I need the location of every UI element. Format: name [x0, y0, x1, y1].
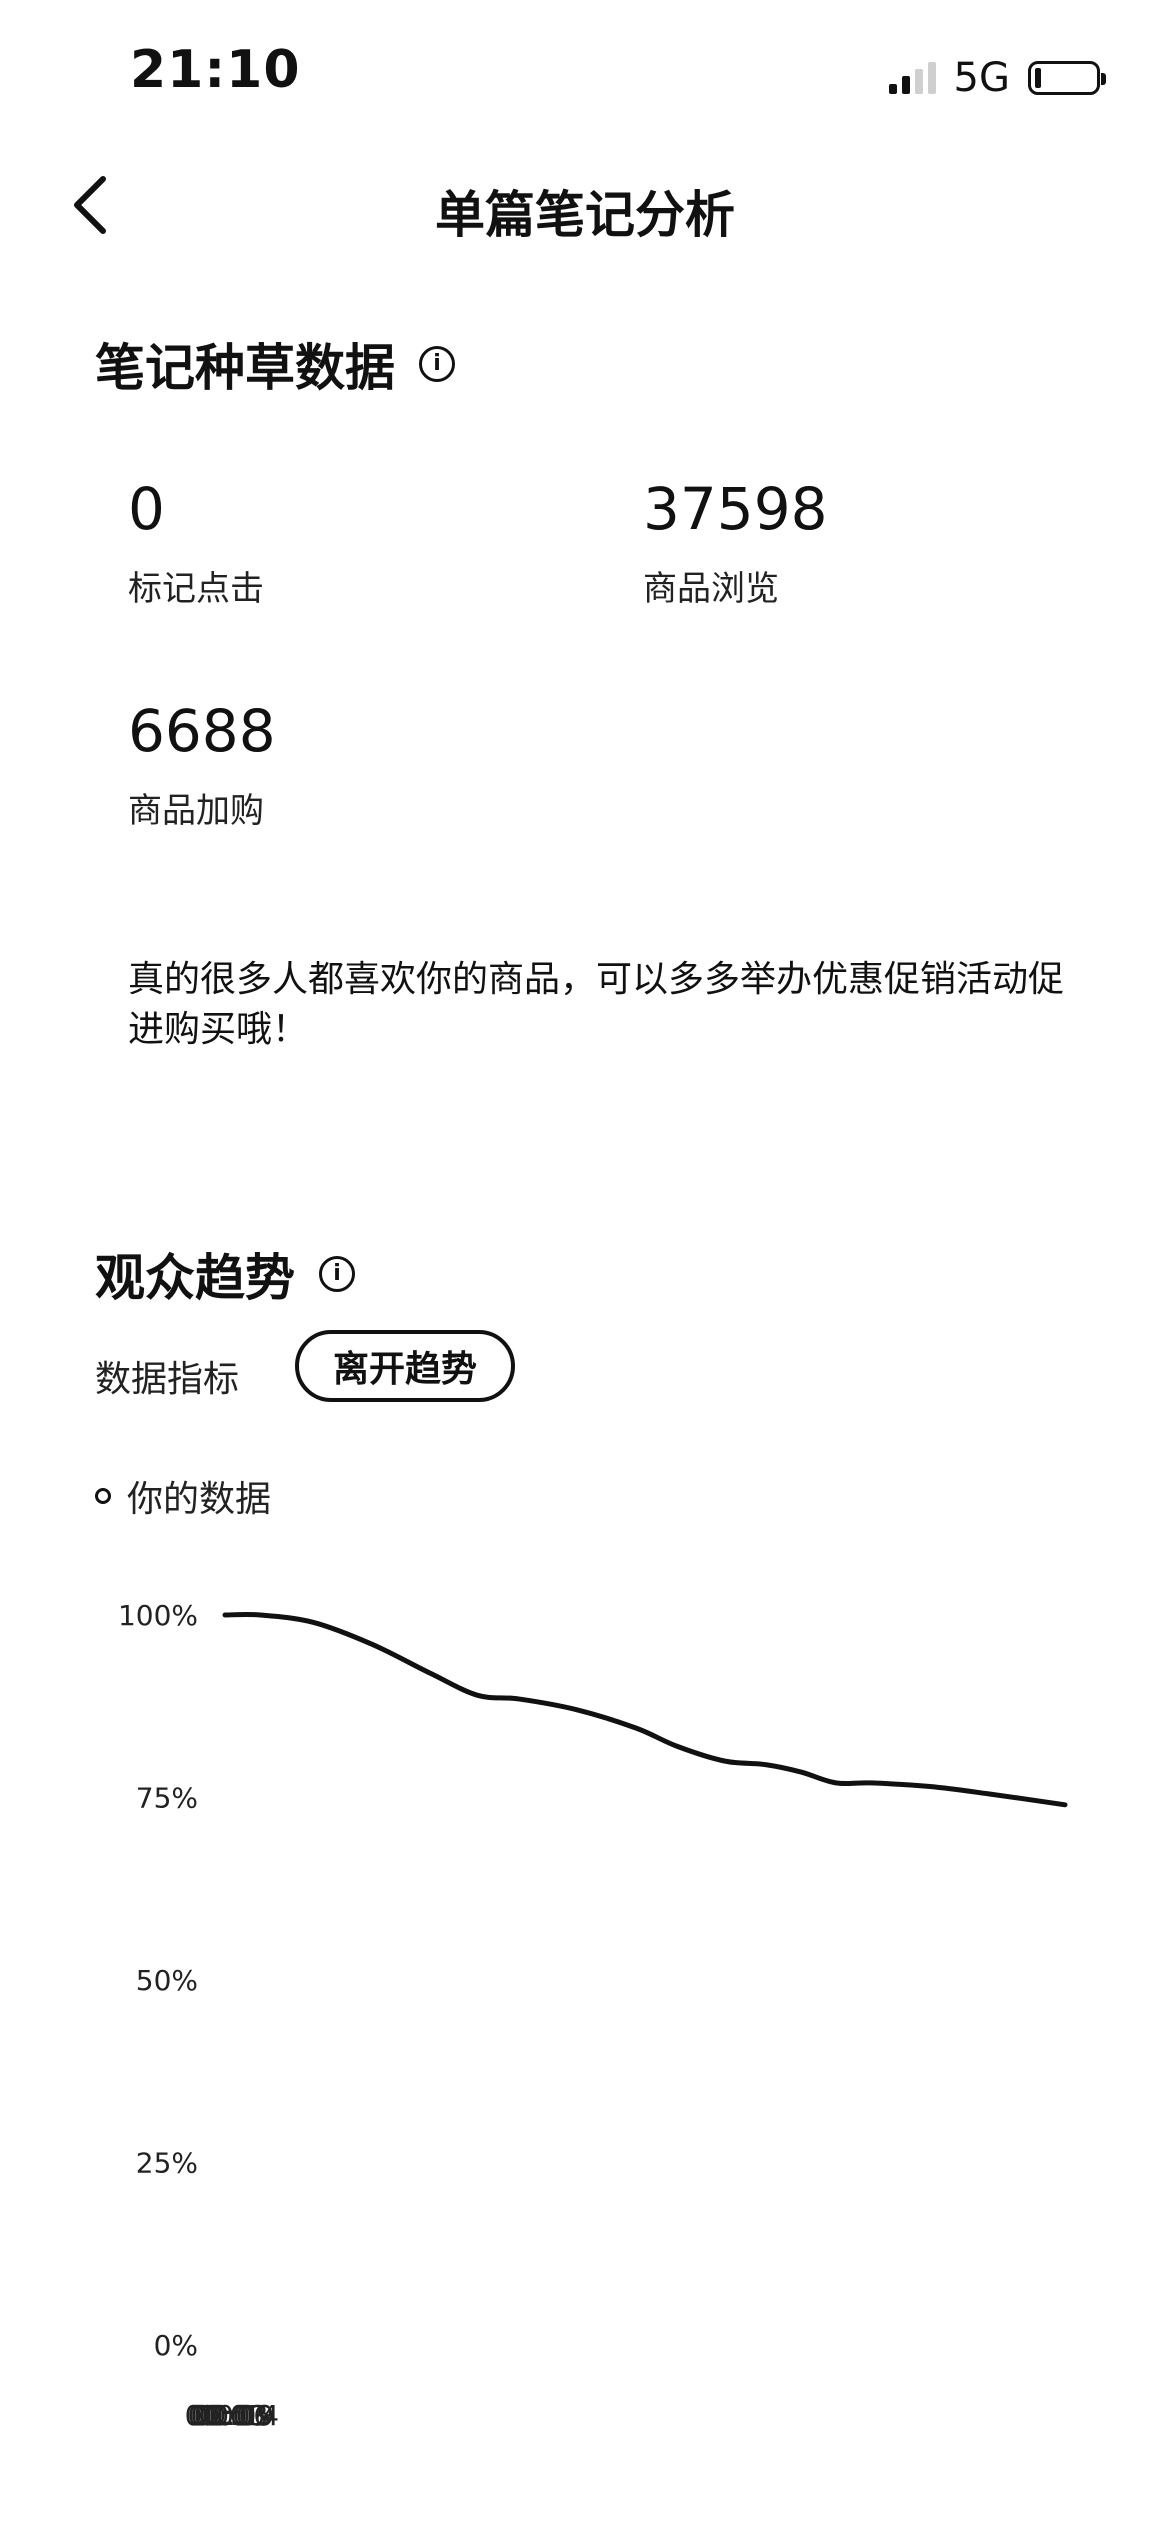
metric-selector-pill[interactable]: 离开趋势 — [295, 1330, 516, 1402]
info-icon[interactable]: i — [419, 346, 455, 382]
metric-label: 数据指标 — [95, 1359, 240, 1400]
stat-mark-clicks: 0 标记点击 — [128, 475, 264, 610]
info-icon[interactable]: i — [319, 1256, 355, 1292]
stat-value: 37598 — [643, 475, 828, 543]
network-type: 5G — [953, 55, 1010, 101]
chart-legend: 你的数据 — [95, 1470, 271, 1522]
series-line — [222, 1611, 1068, 1808]
stat-label: 商品浏览 — [643, 569, 779, 609]
page-title: 单篇笔记分析 — [435, 186, 735, 244]
y-tick-label: 100% — [118, 1599, 198, 1632]
status-time: 21:10 — [130, 40, 301, 100]
status-indicators: 5G — [888, 55, 1106, 101]
stat-label: 商品加购 — [128, 791, 264, 831]
note-data-header: 笔记种草数据 i — [95, 328, 455, 400]
legend-marker — [95, 1488, 111, 1504]
battery-icon — [1028, 61, 1106, 95]
note-data-title: 笔记种草数据 — [95, 339, 395, 397]
stat-label: 标记点击 — [128, 569, 264, 609]
stat-value: 0 — [128, 475, 165, 543]
stat-add-to-cart: 6688 商品加购 — [128, 697, 276, 832]
stat-product-views: 37598 商品浏览 — [643, 475, 828, 610]
tip-text: 真的很多人都喜欢你的商品，可以多多举办优惠促销活动促进购买哦！ — [128, 959, 1065, 1050]
y-tick-label: 0% — [154, 2329, 198, 2362]
stat-value: 6688 — [128, 697, 276, 765]
audience-trend-chart: 0%25%50%75%100%00:0000:0300:0600:0900:14 — [118, 1599, 1068, 2432]
audience-trend-header: 观众趋势 i — [95, 1238, 355, 1310]
y-tick-label: 25% — [136, 2147, 198, 2180]
y-tick-label: 50% — [136, 1964, 198, 1997]
signal-icon — [888, 62, 936, 94]
y-tick-label: 75% — [136, 1782, 198, 1815]
legend-label: 你的数据 — [127, 1479, 272, 1520]
audience-trend-title: 观众趋势 — [95, 1249, 295, 1307]
x-tick-label: 00:14 — [198, 2399, 279, 2432]
